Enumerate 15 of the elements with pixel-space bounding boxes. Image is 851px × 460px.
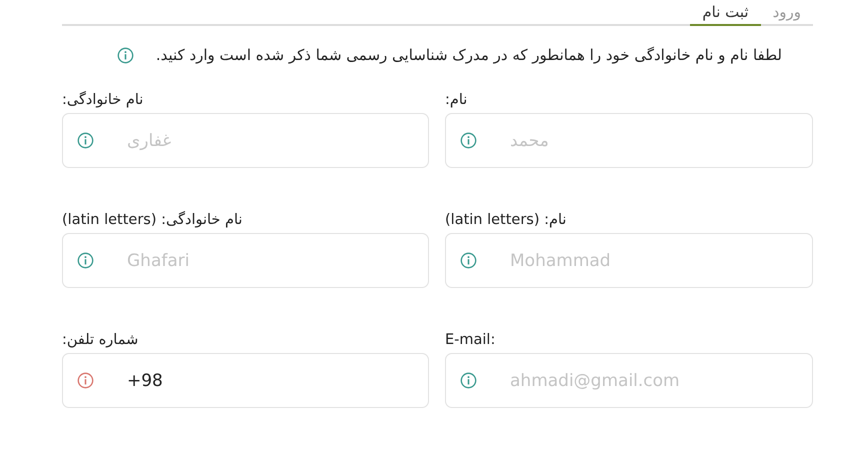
field-label: شماره تلفن: [62, 332, 138, 348]
input-field[interactable]: Ghafari [62, 233, 429, 288]
tab[interactable]: ثبت نام [690, 2, 761, 26]
field-label: نام خانوادگی: (latin letters) [62, 212, 242, 228]
field-label: نام خانوادگی: [62, 92, 144, 108]
input-field[interactable]: غفاری [62, 113, 429, 168]
notice-text: لطفا نام و نام خانوادگی خود را همانطور که در مدرک شناسایی رسمی شما ذکر شده است وارد کنید. [156, 46, 782, 64]
input-field[interactable]: Mohammad [445, 233, 813, 288]
input-field[interactable]: +98 [62, 353, 429, 408]
field-label: E-mail: [445, 332, 496, 348]
field-label: نام: [445, 92, 468, 108]
info-icon [116, 46, 134, 64]
input-field[interactable]: ahmadi@gmail.com [445, 353, 813, 408]
input-field[interactable]: محمد [445, 113, 813, 168]
field-label: نام: (latin letters) [445, 212, 566, 228]
